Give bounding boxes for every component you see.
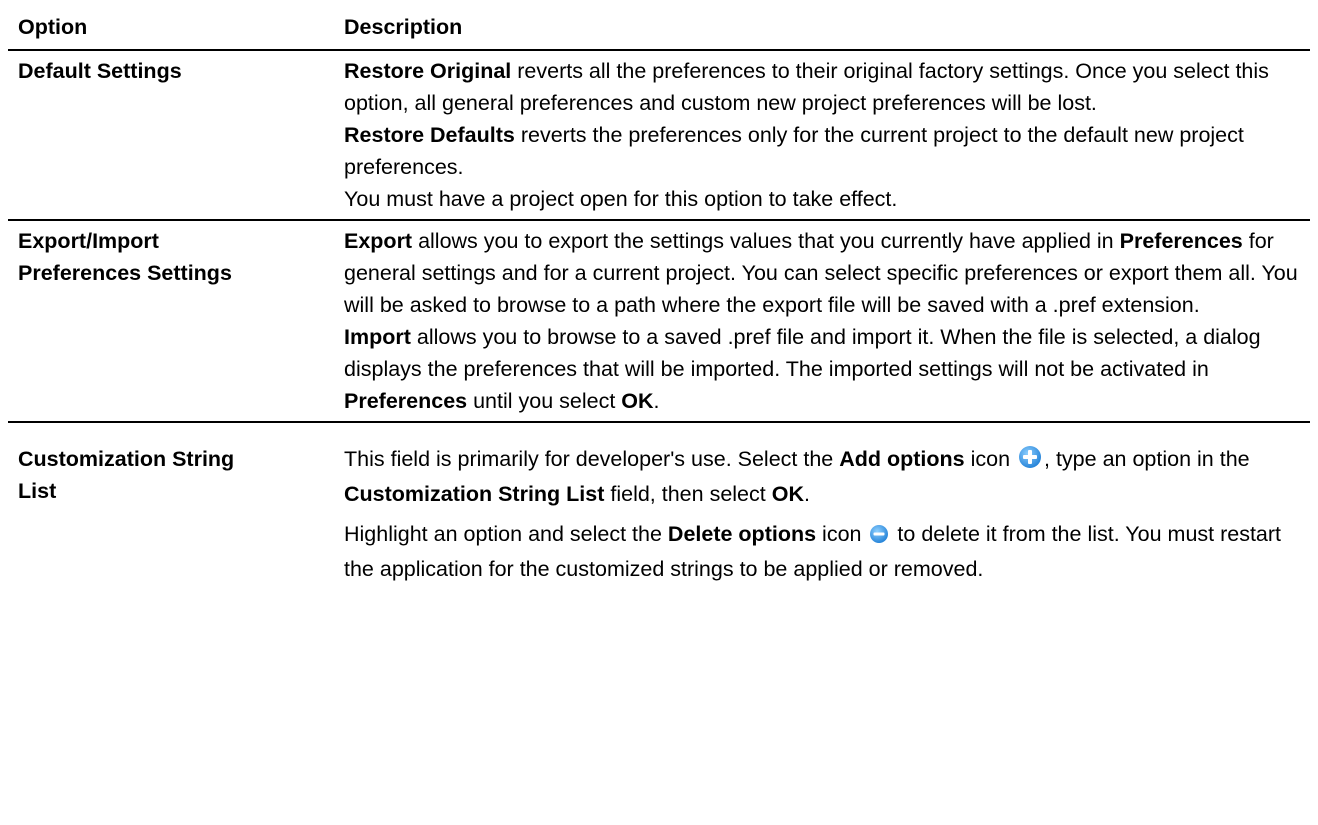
term-import: Import (344, 325, 411, 349)
description-cell: This field is primarily for developer's … (334, 422, 1310, 589)
export-paragraph: Export allows you to export the settings… (344, 229, 1298, 317)
header-description: Description (334, 0, 1310, 51)
term-restore-original: Restore Original (344, 59, 512, 83)
term-preferences: Preferences (344, 389, 468, 413)
option-cell: Export/Import Preferences Settings (8, 220, 334, 423)
restore-original-paragraph: Restore Original reverts all the prefere… (344, 59, 1269, 115)
option-cell: Default Settings (8, 50, 334, 221)
header-option: Option (8, 0, 334, 51)
table-row-export-import: Export/Import Preferences Settings Expor… (8, 220, 1310, 423)
option-cell: Customization String List (8, 422, 334, 589)
option-label-line-1: Export/Import (18, 229, 159, 253)
term-restore-defaults: Restore Defaults (344, 123, 515, 147)
add-circle-icon (1018, 445, 1042, 478)
term-delete-options: Delete options (667, 522, 817, 546)
option-label-line-2: Preferences Settings (18, 261, 232, 285)
delete-options-paragraph: Highlight an option and select the Delet… (344, 521, 1282, 581)
table-row-default-settings: Default Settings Restore Original revert… (8, 50, 1310, 221)
table-row-customization-string-list: Customization String List This field is … (8, 422, 1310, 589)
term-export: Export (344, 229, 413, 253)
description-cell: Export allows you to export the settings… (334, 220, 1310, 423)
option-label-line-2: List (18, 479, 57, 503)
restore-defaults-paragraph: Restore Defaults reverts the preferences… (344, 123, 1244, 179)
term-ok: OK (621, 389, 654, 413)
description-cell: Restore Original reverts all the prefere… (334, 50, 1310, 221)
term-ok: OK (771, 482, 804, 506)
term-customization-string-list: Customization String List (344, 482, 605, 506)
option-label-line-1: Customization String (18, 447, 235, 471)
options-table: Option Description Default Settings Rest… (8, 0, 1310, 589)
term-preferences: Preferences (1119, 229, 1243, 253)
import-paragraph: Import allows you to browse to a saved .… (344, 325, 1261, 413)
header-row: Option Description (8, 0, 1310, 51)
option-label: Default Settings (18, 59, 182, 83)
term-add-options: Add options (839, 447, 965, 471)
project-open-note: You must have a project open for this op… (344, 187, 898, 211)
add-options-paragraph: This field is primarily for developer's … (344, 445, 1250, 506)
remove-circle-icon (869, 521, 889, 553)
